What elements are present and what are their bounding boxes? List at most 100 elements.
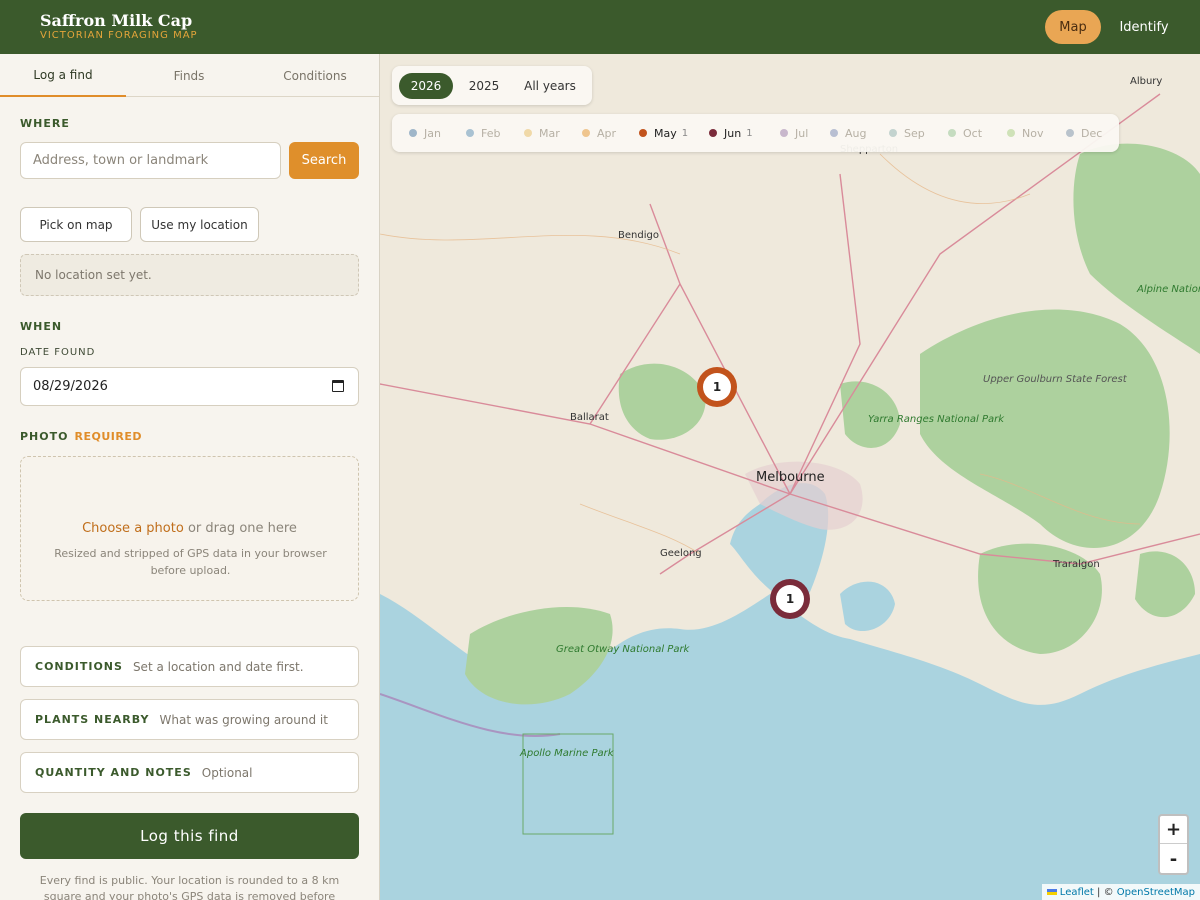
quantity-notes-hint: Optional bbox=[201, 765, 253, 780]
month-count: 1 bbox=[681, 127, 689, 139]
tab-conditions[interactable]: Conditions bbox=[252, 54, 378, 97]
when-label: WHEN bbox=[20, 320, 63, 333]
month-label: Sep bbox=[904, 126, 925, 140]
top-bar: Saffron Milk Cap VICTORIAN FORAGING MAP … bbox=[0, 0, 1200, 54]
month-label: Jun bbox=[724, 126, 742, 140]
privacy-footnote: Every find is public. Your location is r… bbox=[39, 874, 340, 900]
quantity-notes-title: QUANTITY AND NOTES bbox=[35, 766, 192, 779]
month-label: Oct bbox=[963, 126, 983, 140]
zoom-control: + - bbox=[1158, 814, 1189, 875]
plants-nearby-title: PLANTS NEARBY bbox=[35, 713, 150, 726]
sidebar: Log a find Finds Conditions WHERE Addres… bbox=[0, 54, 380, 900]
month-jan[interactable]: Jan bbox=[409, 125, 441, 141]
place-bendigo: Bendigo bbox=[618, 230, 659, 241]
month-label: Nov bbox=[1022, 126, 1044, 140]
date-value: 08/29/2026 bbox=[33, 379, 108, 394]
photo-required-badge: REQUIRED bbox=[74, 430, 142, 443]
month-label: Jul bbox=[795, 126, 809, 140]
year-2026-button[interactable]: 2026 bbox=[399, 73, 453, 99]
marker-count: 1 bbox=[776, 585, 804, 613]
attribution-separator: | © bbox=[1097, 886, 1114, 898]
place-great-otway: Great Otway National Park bbox=[556, 644, 689, 655]
month-label: Jan bbox=[424, 126, 441, 140]
nav-identify-button[interactable]: Identify bbox=[1112, 10, 1176, 44]
nav-map-button[interactable]: Map bbox=[1045, 10, 1101, 44]
app-title: Saffron Milk Cap bbox=[40, 11, 193, 30]
find-marker-jun[interactable]: 1 bbox=[770, 579, 810, 619]
quantity-notes-section[interactable]: QUANTITY AND NOTES Optional bbox=[20, 752, 359, 793]
ukraine-flag-icon bbox=[1046, 889, 1057, 895]
conditions-hint: Set a location and date first. bbox=[132, 659, 304, 674]
calendar-icon[interactable] bbox=[332, 380, 344, 392]
month-jun[interactable]: Jun 1 bbox=[709, 125, 753, 141]
find-marker-may[interactable]: 1 bbox=[697, 367, 737, 407]
month-label: Dec bbox=[1081, 126, 1103, 140]
month-apr[interactable]: Apr bbox=[582, 125, 616, 141]
month-dot bbox=[582, 129, 590, 137]
pick-on-map-button[interactable]: Pick on map bbox=[20, 207, 132, 242]
zoom-out-button[interactable]: - bbox=[1160, 845, 1187, 873]
month-feb[interactable]: Feb bbox=[466, 125, 500, 141]
month-dot bbox=[1007, 129, 1015, 137]
month-dot bbox=[639, 129, 647, 137]
month-aug[interactable]: Aug bbox=[830, 125, 866, 141]
month-dot bbox=[409, 129, 417, 137]
year-2025-button[interactable]: 2025 bbox=[458, 73, 510, 99]
forest-areas bbox=[465, 143, 1200, 705]
month-oct[interactable]: Oct bbox=[948, 125, 982, 141]
month-dot bbox=[780, 129, 788, 137]
month-label: Feb bbox=[481, 126, 501, 140]
all-years-button[interactable]: All years bbox=[516, 73, 584, 99]
place-albury: Albury bbox=[1130, 76, 1163, 87]
month-dec[interactable]: Dec bbox=[1066, 125, 1102, 141]
place-upper-goulburn: Upper Goulburn State Forest bbox=[983, 374, 1127, 385]
log-find-button[interactable]: Log this find bbox=[20, 813, 359, 859]
month-dot bbox=[830, 129, 838, 137]
western-port bbox=[840, 581, 895, 632]
zoom-in-button[interactable]: + bbox=[1160, 816, 1187, 844]
month-nov[interactable]: Nov bbox=[1007, 125, 1043, 141]
photo-label-text: PHOTO bbox=[20, 430, 69, 443]
openstreetmap-link[interactable]: OpenStreetMap bbox=[1117, 887, 1195, 898]
drag-hint: or drag one here bbox=[187, 521, 297, 536]
leaflet-link[interactable]: Leaflet bbox=[1060, 887, 1094, 898]
month-jul[interactable]: Jul bbox=[780, 125, 808, 141]
photo-privacy-note: Resized and stripped of GPS data in your… bbox=[54, 547, 327, 577]
conditions-section[interactable]: CONDITIONS Set a location and date first… bbox=[20, 646, 359, 687]
place-traralgon: Traralgon bbox=[1053, 559, 1100, 570]
tab-log-a-find[interactable]: Log a find bbox=[0, 54, 126, 97]
marker-count: 1 bbox=[703, 373, 731, 401]
search-button[interactable]: Search bbox=[289, 142, 359, 179]
plants-nearby-section[interactable]: PLANTS NEARBY What was growing around it bbox=[20, 699, 359, 740]
year-filter: 2026 2025 All years bbox=[392, 66, 592, 105]
use-my-location-button[interactable]: Use my location bbox=[140, 207, 259, 242]
month-label: Apr bbox=[597, 126, 617, 140]
address-search-input[interactable]: Address, town or landmark bbox=[20, 142, 281, 179]
month-mar[interactable]: Mar bbox=[524, 125, 560, 141]
date-found-input[interactable]: 08/29/2026 bbox=[20, 367, 359, 406]
location-status: No location set yet. bbox=[20, 254, 359, 296]
map-attribution: Leaflet | © OpenStreetMap bbox=[1041, 884, 1200, 900]
month-may[interactable]: May 1 bbox=[639, 125, 688, 141]
date-found-label: DATE FOUND bbox=[20, 347, 96, 358]
where-label: WHERE bbox=[20, 117, 70, 130]
tab-finds[interactable]: Finds bbox=[126, 54, 252, 97]
place-apollo-marine-park: Apollo Marine Park bbox=[520, 748, 614, 759]
month-label: Aug bbox=[845, 126, 867, 140]
month-dot bbox=[524, 129, 532, 137]
conditions-title: CONDITIONS bbox=[35, 660, 123, 673]
app-subtitle: VICTORIAN FORAGING MAP bbox=[40, 30, 198, 41]
month-count: 1 bbox=[746, 127, 753, 139]
month-dot bbox=[889, 129, 897, 137]
month-label: May bbox=[654, 126, 677, 140]
plants-nearby-hint: What was growing around it bbox=[159, 712, 328, 727]
month-filter: Jan Feb Mar Apr May 1 Jun 1 Jul Aug Sep Oc… bbox=[392, 114, 1119, 152]
month-sep[interactable]: Sep bbox=[889, 125, 925, 141]
choose-photo-link[interactable]: Choose a photo bbox=[82, 521, 184, 536]
map-view[interactable]: Albury Bendigo Shepparton Ballarat Melbo… bbox=[380, 54, 1200, 900]
photo-dropzone[interactable]: Choose a photo or drag one here Resized … bbox=[20, 456, 359, 601]
place-ballarat: Ballarat bbox=[570, 412, 609, 423]
month-dot bbox=[709, 129, 717, 137]
month-label: Mar bbox=[539, 126, 560, 140]
dropzone-text: Choose a photo or drag one here bbox=[21, 521, 358, 536]
